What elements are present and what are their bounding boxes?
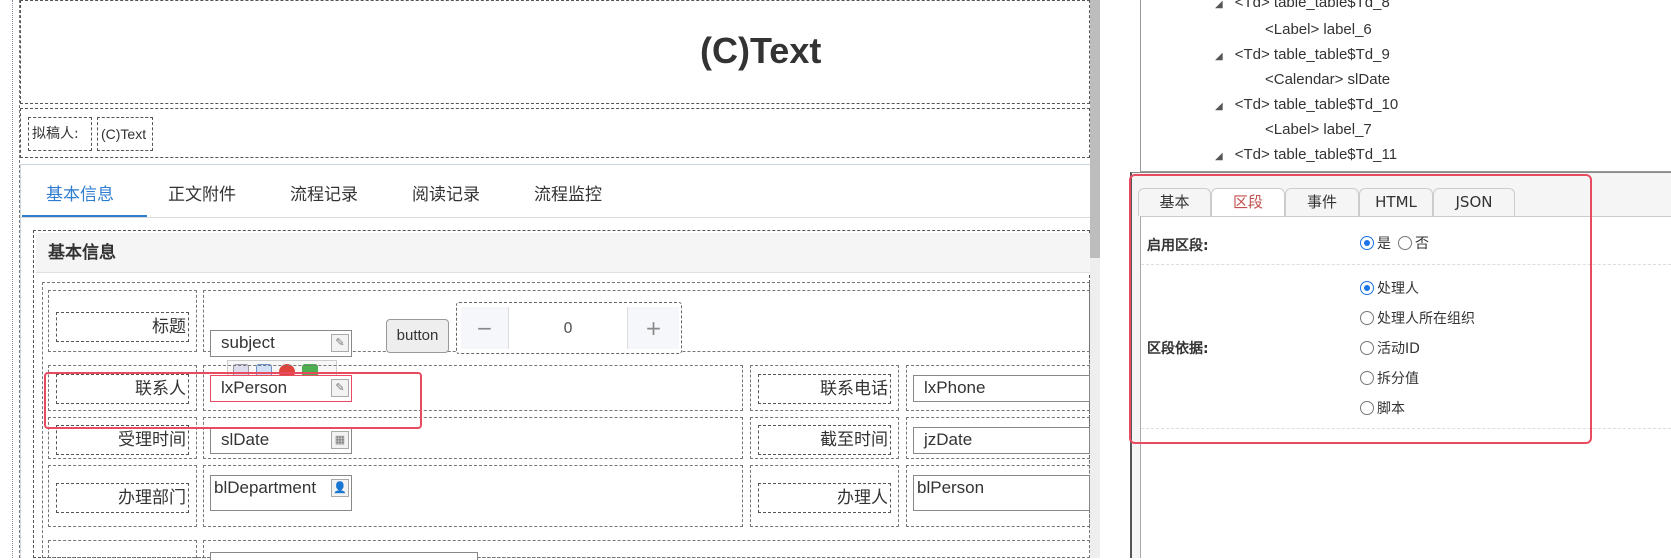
accept-time-label: 受理时间 (56, 425, 189, 455)
tree-node-label: <Td> table_table$Td_10 (1234, 96, 1399, 113)
tree-node[interactable]: ◢ <Td> table_table$Td_11 (1215, 146, 1397, 163)
user-picker-icon[interactable]: 👤 (331, 479, 349, 497)
page-title[interactable]: (C)Text (700, 30, 821, 72)
active-tab-indicator (22, 215, 147, 217)
phone-label: 联系电话 (758, 374, 891, 404)
collapse-icon[interactable]: ◢ (1215, 151, 1223, 162)
phone-input[interactable]: lxPhone (913, 375, 1090, 402)
handler-label: 办理人 (758, 483, 891, 513)
collapse-icon[interactable]: ◢ (1215, 101, 1223, 112)
deadline-date-value: jzDate (924, 430, 973, 449)
component-tree: ◢ <Td> table_table$Td_8 <Label> label_6 ◢… (1140, 0, 1671, 172)
tree-node[interactable]: ◢ <Td> table_table$Td_9 (1215, 46, 1390, 63)
scrollbar-thumb[interactable] (1090, 0, 1100, 258)
drafter-row: 拟稿人: (C)Text (20, 108, 1090, 158)
department-input[interactable]: blDepartment 👤 (210, 475, 352, 511)
tab-attachments[interactable]: 正文附件 (168, 180, 236, 205)
canvas-scrollbar[interactable] (1090, 0, 1100, 558)
tab-flow-monitor[interactable]: 流程监控 (534, 180, 602, 205)
subject-label: 标题 (56, 312, 189, 342)
tree-node-label: <Td> table_table$Td_11 (1234, 146, 1398, 163)
accept-date-value: slDate (221, 430, 270, 449)
canvas-gutter (0, 0, 20, 558)
calendar-icon[interactable]: ▦ (331, 431, 349, 449)
deadline-label: 截至时间 (758, 425, 891, 455)
collapse-icon[interactable]: ◢ (1215, 0, 1223, 10)
edit-icon[interactable]: ✎ (331, 334, 349, 352)
tab-divider (20, 217, 1090, 218)
section-title: 基本信息 (36, 233, 1090, 273)
subject-input-value: subject (221, 333, 275, 352)
tree-node-label: <Td> table_table$Td_9 (1234, 46, 1390, 63)
quantity-stepper[interactable]: − 0 + (456, 302, 682, 354)
accept-date-input[interactable]: slDate ▦ (210, 427, 352, 454)
collapse-icon[interactable]: ◢ (1215, 51, 1223, 62)
tree-node[interactable]: <Label> label_7 (1265, 121, 1372, 138)
tree-node-label: <Label> label_6 (1265, 21, 1372, 38)
drafter-label[interactable]: 拟稿人: (28, 117, 92, 151)
title-cell[interactable] (20, 0, 1090, 104)
subject-input[interactable]: subject ✎ (210, 330, 352, 357)
tab-basic-info[interactable]: 基本信息 (46, 180, 114, 205)
tree-node[interactable]: <Calendar> slDate (1265, 71, 1390, 88)
partial-input[interactable] (210, 552, 478, 560)
tab-read-records[interactable]: 阅读记录 (412, 180, 480, 205)
form-designer-canvas: (C)Text 拟稿人: (C)Text 基本信息 正文附件 流程记录 阅读记录… (0, 0, 1092, 560)
table-cell[interactable] (48, 540, 197, 558)
deadline-date-input[interactable]: jzDate (913, 427, 1090, 454)
phone-input-value: lxPhone (924, 378, 986, 397)
highlight-box (1129, 174, 1592, 444)
stepper-value[interactable]: 0 (509, 307, 627, 349)
highlight-box (44, 372, 422, 429)
tree-node-label: <Calendar> slDate (1265, 71, 1391, 88)
handler-input[interactable]: blPerson (913, 475, 1090, 511)
tree-node-label: <Label> label_7 (1265, 121, 1372, 138)
drafter-value[interactable]: (C)Text (97, 117, 153, 151)
handler-input-value: blPerson (917, 478, 985, 497)
tree-node[interactable]: ◢ <Td> table_table$Td_10 (1215, 96, 1398, 113)
tab-flow-records[interactable]: 流程记录 (290, 180, 358, 205)
generic-button[interactable]: button (386, 319, 449, 353)
canvas-gutter-line (12, 0, 14, 558)
tree-node[interactable]: ◢ <Td> table_table$Td_8 (1215, 0, 1390, 11)
department-label: 办理部门 (56, 483, 189, 513)
stepper-minus-button[interactable]: − (461, 307, 509, 349)
department-input-value: blDepartment (214, 478, 317, 497)
stepper-plus-button[interactable]: + (627, 307, 679, 349)
tree-node-label: <Td> table_table$Td_8 (1234, 0, 1390, 11)
tree-node[interactable]: <Label> label_6 (1265, 21, 1372, 38)
